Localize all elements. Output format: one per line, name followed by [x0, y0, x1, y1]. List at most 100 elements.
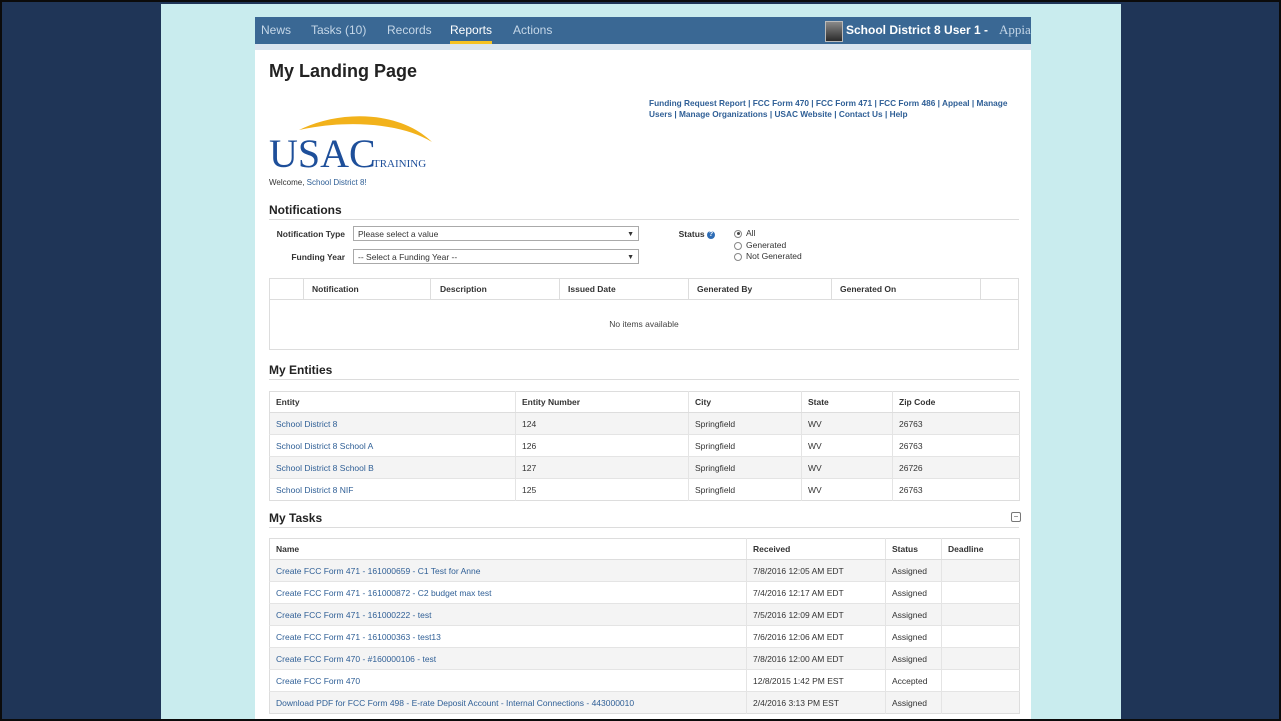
- top-navigation: News Tasks (10) Records Reports Actions …: [255, 17, 1031, 44]
- table-row: Create FCC Form 471 - 161000659 - C1 Tes…: [269, 559, 1020, 582]
- nav-subbar: [255, 44, 1031, 50]
- table-cell: [941, 559, 1020, 582]
- table-header-row: Entity Entity Number City State Zip Code: [269, 391, 1020, 413]
- slide: News Tasks (10) Records Reports Actions …: [161, 4, 1121, 719]
- dropdown-arrow-icon: ▼: [627, 254, 634, 261]
- table-cell: WV: [801, 478, 893, 501]
- column-header[interactable]: Zip Code: [892, 391, 1020, 413]
- tab-actions[interactable]: Actions: [513, 17, 552, 44]
- welcome-entity-link[interactable]: School District 8!: [307, 178, 367, 187]
- column-header[interactable]: Received: [746, 538, 886, 560]
- tab-tasks[interactable]: Tasks (10): [311, 17, 366, 44]
- tasks-title: My Tasks: [269, 511, 323, 525]
- table-cell: 125: [515, 478, 689, 501]
- notifications-table-header: Notification Description Issued Date Gen…: [270, 279, 1018, 300]
- table-cell: 26763: [892, 434, 1020, 457]
- status-label-text: Status: [678, 229, 705, 239]
- table-cell: Assigned: [885, 603, 942, 626]
- radio-icon: [734, 252, 742, 261]
- task-link[interactable]: Create FCC Form 470: [269, 669, 747, 692]
- table-cell: [941, 581, 1020, 604]
- table-cell: Assigned: [885, 581, 942, 604]
- table-cell: Springfield: [688, 412, 802, 435]
- entity-link[interactable]: School District 8 School A: [269, 434, 516, 457]
- table-cell: 2/4/2016 3:13 PM EST: [746, 691, 886, 714]
- column-header[interactable]: Description: [440, 284, 487, 294]
- funding-year-select[interactable]: -- Select a Funding Year -- ▼: [353, 249, 639, 264]
- table-row: Create FCC Form 470 12/8/2015 1:42 PM ES…: [269, 669, 1020, 692]
- status-option-not-generated[interactable]: Not Generated: [734, 251, 802, 261]
- status-label: Status ?: [675, 229, 715, 239]
- usac-logo: USAC TRAINING: [269, 116, 432, 174]
- column-header[interactable]: Entity: [269, 391, 516, 413]
- radio-icon: [734, 229, 742, 238]
- column-divider: [559, 279, 560, 299]
- quick-links[interactable]: Funding Request Report | FCC Form 470 | …: [649, 98, 1019, 119]
- table-cell: 12/8/2015 1:42 PM EST: [746, 669, 886, 692]
- table-cell: [941, 625, 1020, 648]
- tab-news[interactable]: News: [261, 17, 291, 44]
- column-header[interactable]: State: [801, 391, 893, 413]
- table-cell: Assigned: [885, 625, 942, 648]
- table-cell: Assigned: [885, 647, 942, 670]
- collapse-icon[interactable]: −: [1011, 512, 1021, 522]
- column-header[interactable]: Generated On: [840, 284, 896, 294]
- tasks-table: Name Received Status Deadline Create FCC…: [269, 538, 1020, 714]
- column-header[interactable]: City: [688, 391, 802, 413]
- tasks-rule: [269, 527, 1019, 528]
- notifications-title: Notifications: [269, 203, 342, 217]
- funding-year-value: -- Select a Funding Year --: [358, 252, 458, 262]
- status-option-label: All: [746, 228, 756, 238]
- column-header[interactable]: Deadline: [941, 538, 1020, 560]
- column-header[interactable]: Issued Date: [568, 284, 616, 294]
- task-link[interactable]: Download PDF for FCC Form 498 - E-rate D…: [269, 691, 747, 714]
- notification-type-select[interactable]: Please select a value ▼: [353, 226, 639, 241]
- column-divider: [831, 279, 832, 299]
- table-row: Create FCC Form 470 - #160000106 - test …: [269, 647, 1020, 670]
- status-option-label: Not Generated: [746, 251, 802, 261]
- user-avatar[interactable]: [825, 21, 843, 42]
- app-window: News Tasks (10) Records Reports Actions …: [255, 17, 1031, 719]
- user-menu[interactable]: School District 8 User 1 -: [846, 17, 988, 43]
- table-cell: Springfield: [688, 434, 802, 457]
- notifications-table: Notification Description Issued Date Gen…: [269, 278, 1019, 350]
- entities-rule: [269, 379, 1019, 380]
- page-title: My Landing Page: [269, 61, 418, 81]
- table-cell: 124: [515, 412, 689, 435]
- dropdown-arrow-icon: ▼: [627, 231, 634, 238]
- column-header[interactable]: Entity Number: [515, 391, 689, 413]
- radio-icon: [734, 241, 742, 250]
- entity-link[interactable]: School District 8 School B: [269, 456, 516, 479]
- task-link[interactable]: Create FCC Form 470 - #160000106 - test: [269, 647, 747, 670]
- entity-link[interactable]: School District 8: [269, 412, 516, 435]
- empty-message: No items available: [609, 319, 679, 329]
- status-option-all[interactable]: All: [734, 228, 755, 238]
- tab-records[interactable]: Records: [387, 17, 432, 44]
- task-link[interactable]: Create FCC Form 471 - 161000872 - C2 bud…: [269, 581, 747, 604]
- column-divider: [980, 279, 981, 299]
- task-link[interactable]: Create FCC Form 471 - 161000222 - test: [269, 603, 747, 626]
- table-cell: 7/8/2016 12:05 AM EDT: [746, 559, 886, 582]
- table-cell: WV: [801, 434, 893, 457]
- table-row: School District 8 School A 126 Springfie…: [269, 434, 1020, 457]
- task-link[interactable]: Create FCC Form 471 - 161000659 - C1 Tes…: [269, 559, 747, 582]
- table-cell: Springfield: [688, 456, 802, 479]
- table-cell: 127: [515, 456, 689, 479]
- column-header[interactable]: Status: [885, 538, 942, 560]
- table-row: School District 8 124 Springfield WV 267…: [269, 412, 1020, 435]
- task-link[interactable]: Create FCC Form 471 - 161000363 - test13: [269, 625, 747, 648]
- table-cell: 7/8/2016 12:00 AM EDT: [746, 647, 886, 670]
- column-header[interactable]: Notification: [312, 284, 359, 294]
- help-icon[interactable]: ?: [707, 230, 715, 239]
- column-header[interactable]: Name: [269, 538, 747, 560]
- entity-link[interactable]: School District 8 NIF: [269, 478, 516, 501]
- entities-title: My Entities: [269, 363, 333, 377]
- table-row: School District 8 NIF 125 Springfield WV…: [269, 478, 1020, 501]
- tab-reports[interactable]: Reports: [450, 17, 493, 44]
- table-cell: 26763: [892, 412, 1020, 435]
- table-cell: [941, 603, 1020, 626]
- table-cell: Accepted: [885, 669, 942, 692]
- column-header[interactable]: Generated By: [697, 284, 752, 294]
- status-option-generated[interactable]: Generated: [734, 240, 786, 250]
- brand-label: Appian: [999, 22, 1031, 37]
